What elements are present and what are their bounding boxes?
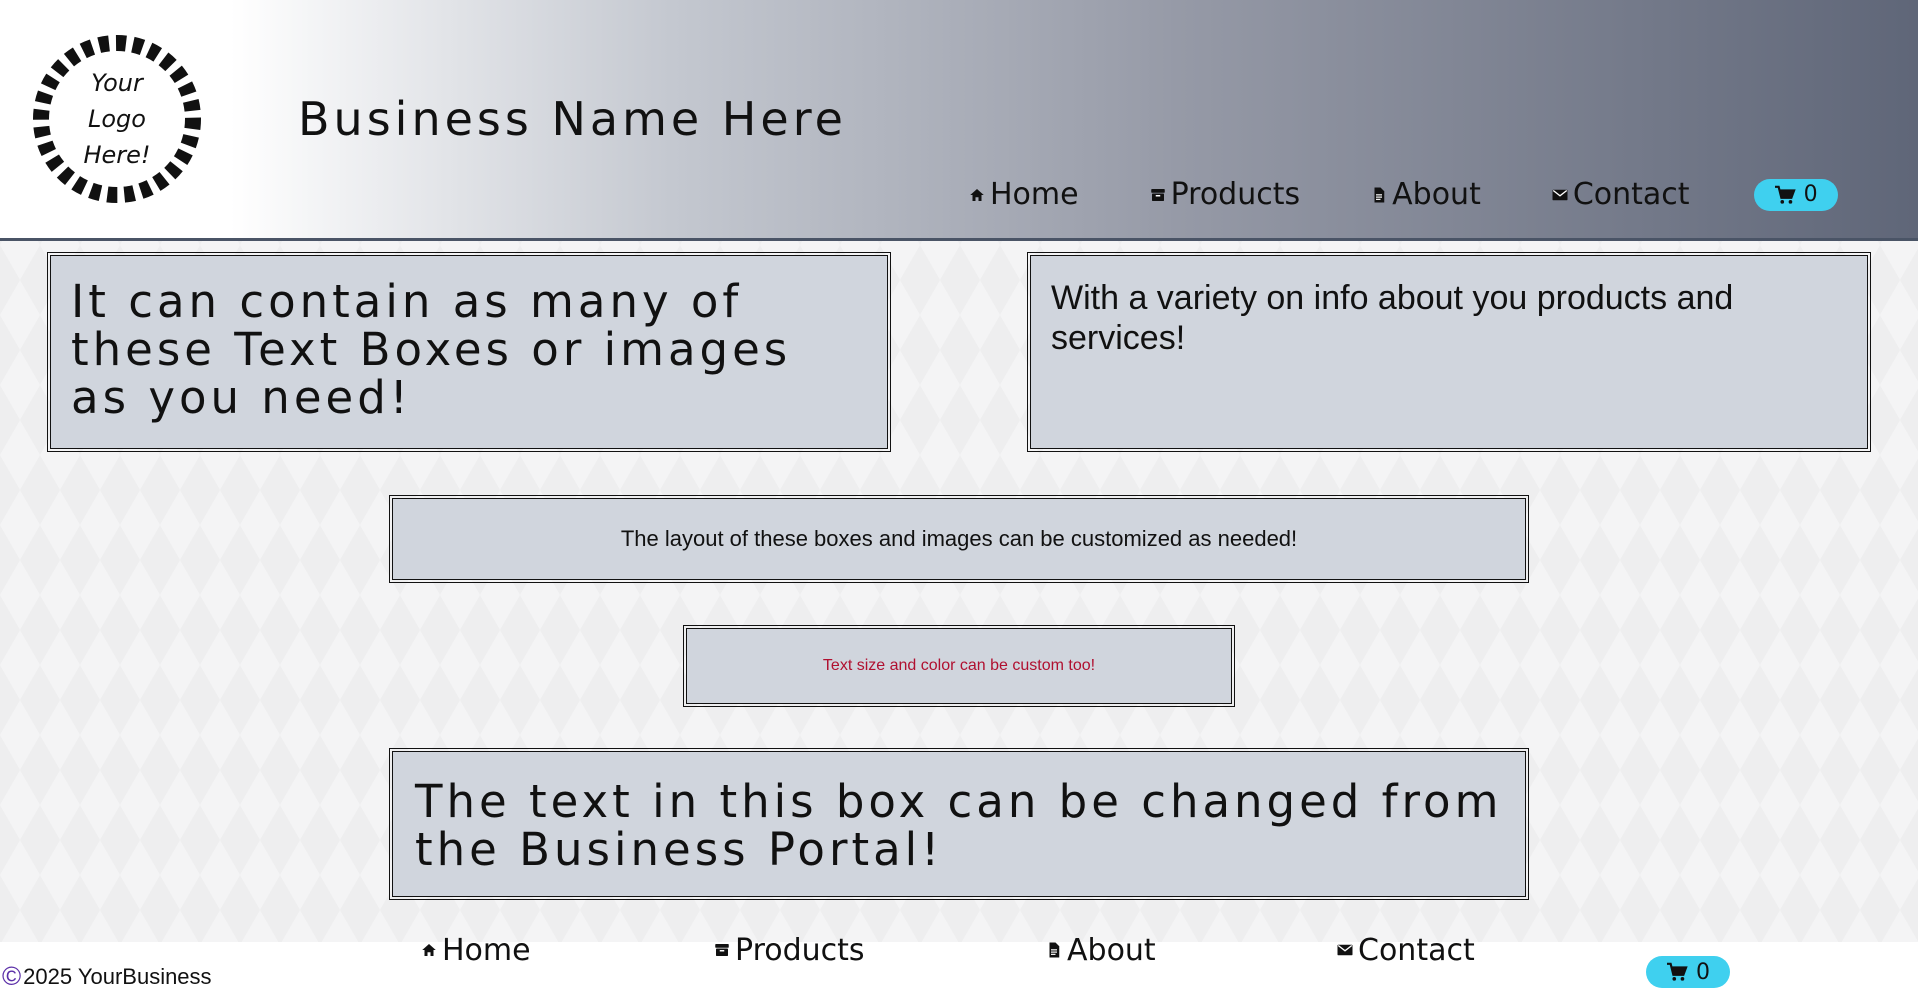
cart-icon	[1774, 185, 1796, 204]
site-header: Your Logo Here! Business Name Here Home …	[0, 0, 1918, 241]
footer-nav-home[interactable]: Home	[420, 933, 531, 968]
nav-contact-label: Contact	[1572, 177, 1690, 212]
copyright-text: 2025 YourBusiness	[23, 963, 212, 989]
copyright-icon: ©	[2, 961, 22, 990]
home-icon	[968, 186, 986, 204]
footer-nav-about[interactable]: About	[1045, 933, 1156, 968]
logo[interactable]: Your Logo Here!	[30, 30, 204, 208]
text-box-content: The layout of these boxes and images can…	[620, 526, 1298, 551]
text-box-content: Text size and color can be custom too!	[822, 657, 1096, 674]
document-icon	[1045, 941, 1063, 959]
footer-nav-products[interactable]: Products	[713, 933, 865, 968]
main-nav: Home Products About Contact 0	[968, 177, 1838, 212]
mail-icon	[1551, 186, 1569, 204]
text-box: Text size and color can be custom too!	[683, 625, 1235, 707]
copyright: © 2025 YourBusiness	[2, 961, 212, 990]
footer-nav-contact[interactable]: Contact	[1336, 933, 1475, 968]
footer-nav-home-label: Home	[442, 932, 531, 968]
text-box: With a variety on info about you product…	[1027, 252, 1871, 452]
business-name: Business Name Here	[298, 92, 847, 146]
text-box: It can contain as many of these Text Box…	[47, 252, 891, 452]
archive-icon	[1149, 186, 1167, 204]
nav-products[interactable]: Products	[1149, 177, 1301, 212]
cart-count: 0	[1803, 182, 1818, 207]
archive-icon	[713, 941, 731, 959]
nav-home[interactable]: Home	[968, 177, 1079, 212]
text-box: The text in this box can be changed from…	[389, 748, 1529, 900]
nav-about-label: About	[1392, 177, 1481, 212]
text-box-content: It can contain as many of these Text Box…	[71, 275, 792, 424]
logo-line: Your	[91, 69, 143, 97]
footer-cart-count: 0	[1696, 959, 1710, 985]
document-icon	[1370, 186, 1388, 204]
logo-line: Logo	[88, 105, 146, 133]
text-box: The layout of these boxes and images can…	[389, 495, 1529, 583]
site-footer: © 2025 YourBusiness Home Products About	[0, 933, 1918, 990]
text-box-content: With a variety on info about you product…	[1051, 279, 1734, 357]
cart-icon	[1667, 962, 1688, 981]
footer-nav-products-label: Products	[735, 932, 865, 968]
nav-products-label: Products	[1170, 177, 1301, 212]
cart-button[interactable]: 0	[1753, 178, 1838, 211]
nav-contact[interactable]: Contact	[1551, 177, 1690, 212]
logo-line: Here!	[83, 141, 151, 169]
text-box-content: The text in this box can be changed from…	[415, 775, 1503, 876]
logo-text: Your Logo Here!	[30, 30, 204, 208]
footer-nav-about-label: About	[1067, 932, 1156, 968]
mail-icon	[1336, 941, 1354, 959]
footer-nav-contact-label: Contact	[1358, 932, 1475, 968]
home-icon	[420, 941, 438, 959]
nav-home-label: Home	[990, 177, 1079, 212]
footer-cart-button[interactable]: 0	[1646, 956, 1730, 988]
nav-about[interactable]: About	[1370, 177, 1481, 212]
